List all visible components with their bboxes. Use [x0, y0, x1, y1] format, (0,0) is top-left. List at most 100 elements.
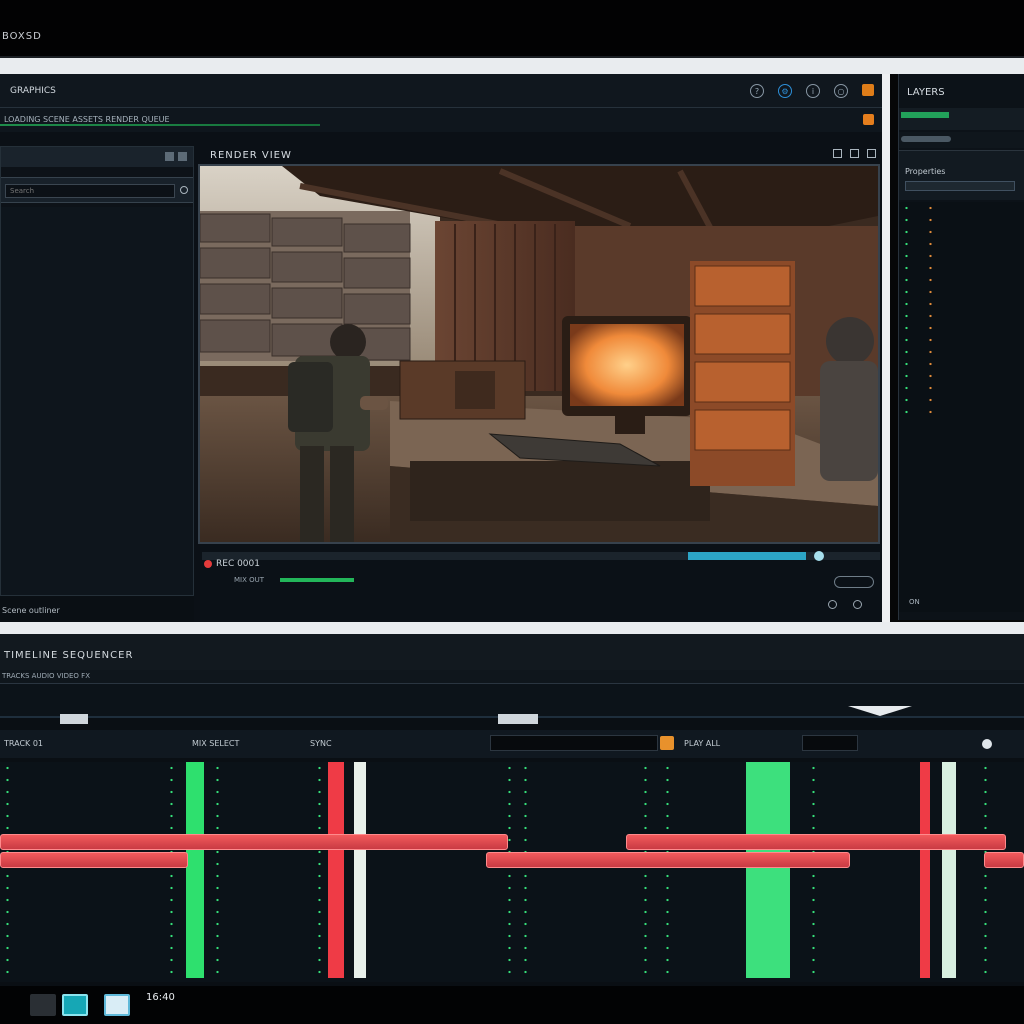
play-all-label[interactable]: PLAY ALL: [684, 739, 720, 748]
keyframe-column: [170, 762, 173, 978]
app-title: BOXSD: [2, 31, 42, 42]
taskbar-clock: 16:40: [146, 992, 175, 1003]
timeline-header: TIMELINE SEQUENCER: [0, 634, 1024, 670]
scrub-bar[interactable]: [202, 551, 880, 561]
timeline-controls: TRACK 01 MIX SELECT SYNC PLAY ALL: [0, 730, 1024, 758]
maximize-icon[interactable]: [178, 152, 187, 161]
taskbar-app-icon[interactable]: [30, 994, 56, 1016]
track-bar-red[interactable]: [328, 762, 344, 978]
panel-divider: [0, 622, 1024, 634]
timeline-subbar: TRACKS AUDIO VIDEO FX: [0, 670, 1024, 684]
help-icon[interactable]: ?: [750, 84, 764, 98]
snap-toggle[interactable]: [982, 739, 992, 749]
main-header: GRAPHICS ? ⚙ i ○: [0, 74, 882, 108]
timeline-clip[interactable]: [0, 834, 508, 850]
track-bar-red[interactable]: [920, 762, 930, 978]
zoom-field[interactable]: [802, 735, 858, 751]
keyframe-column: [508, 762, 511, 978]
minimize-icon[interactable]: [165, 152, 174, 161]
search-icon[interactable]: [180, 186, 188, 194]
record-icon[interactable]: [204, 560, 212, 568]
layer-markers: [905, 202, 908, 418]
search-input[interactable]: [5, 184, 175, 198]
settings-icon[interactable]: ⚙: [778, 84, 792, 98]
timeline-sub-label: TRACKS AUDIO VIDEO FX: [2, 672, 90, 680]
viewport-title: RENDER VIEW: [210, 150, 292, 161]
outliner-footer-label: Scene outliner: [2, 606, 60, 615]
refresh-icon[interactable]: [853, 600, 862, 609]
scene-image: [200, 166, 878, 542]
subbar-pill[interactable]: [901, 136, 951, 142]
layer-markers-secondary: [929, 202, 932, 418]
keyframe-column: [318, 762, 321, 978]
status-line: LOADING SCENE ASSETS RENDER QUEUE: [0, 108, 882, 132]
right-panel-footer: ON: [899, 596, 1024, 610]
scrub-knob[interactable]: [814, 551, 824, 561]
main-title: GRAPHICS: [10, 86, 56, 96]
level-meter: [280, 578, 354, 582]
outliner-search: [1, 177, 193, 203]
header-icon-group: ? ⚙ i ○: [750, 84, 874, 98]
scene-outliner: [0, 146, 194, 596]
timeline-clip[interactable]: [0, 852, 188, 868]
render-viewport[interactable]: [198, 164, 880, 544]
speed-toggle[interactable]: [834, 576, 874, 588]
settings-small-icon[interactable]: [828, 600, 837, 609]
playhead[interactable]: [848, 706, 912, 716]
right-panel-subbar: [899, 132, 1024, 148]
layer-list[interactable]: [899, 202, 1024, 612]
marker-icon[interactable]: [660, 736, 674, 750]
track-bar-white[interactable]: [942, 762, 956, 978]
timeline-clip[interactable]: [984, 852, 1024, 868]
title-bar: BOXSD: [0, 0, 1024, 58]
track-label: TRACK 01: [4, 739, 44, 748]
keyframe-column: [666, 762, 669, 978]
filter-chip[interactable]: [905, 181, 1015, 191]
track-bar-white[interactable]: [354, 762, 366, 978]
keyframe-column: [524, 762, 527, 978]
keyframe-column: [812, 762, 815, 978]
timeline-panel: TIMELINE SEQUENCER TRACKS AUDIO VIDEO FX…: [0, 634, 1024, 986]
ruler-marker[interactable]: [60, 714, 88, 724]
info-icon[interactable]: i: [806, 84, 820, 98]
frame-label: REC 0001: [216, 559, 260, 569]
notification-icon[interactable]: [862, 84, 874, 96]
mix-label: MIX OUT: [234, 576, 265, 584]
timeline-ruler[interactable]: [0, 684, 1024, 724]
container-stack: [200, 211, 411, 361]
grid-icon[interactable]: [833, 149, 842, 158]
outliner-footer: Scene outliner: [0, 596, 194, 622]
mix-select-label[interactable]: MIX SELECT: [192, 739, 239, 748]
taskbar-app-icon[interactable]: [104, 994, 130, 1016]
right-panel: LAYERS Properties ON: [898, 74, 1024, 620]
ruler-marker[interactable]: [498, 714, 538, 724]
taskbar-app-icon[interactable]: [62, 994, 88, 1016]
keyframe-column: [6, 762, 9, 978]
status-text: LOADING SCENE ASSETS RENDER QUEUE: [4, 115, 170, 124]
timecode-field[interactable]: [490, 735, 658, 751]
active-tab-indicator: [901, 112, 949, 118]
camera-icon[interactable]: [850, 149, 859, 158]
alert-icon[interactable]: [863, 114, 874, 125]
cabinet: [690, 261, 795, 486]
track-bar-green[interactable]: [186, 762, 204, 978]
fullscreen-icon[interactable]: [867, 149, 876, 158]
sync-label[interactable]: SYNC: [310, 739, 332, 748]
viewport-header: RENDER VIEW: [200, 146, 882, 164]
track-area[interactable]: [0, 762, 1024, 982]
keyframe-column: [216, 762, 219, 978]
scrub-fill: [688, 552, 806, 560]
app-root: BOXSD GRAPHICS ? ⚙ i ○ LOADING SCENE ASS…: [0, 0, 1024, 1024]
track-bar-green[interactable]: [746, 762, 790, 978]
timeline-clip[interactable]: [486, 852, 850, 868]
timeline-clip[interactable]: [626, 834, 1006, 850]
right-panel-tabbar[interactable]: [899, 108, 1024, 130]
keyframe-column: [984, 762, 987, 978]
right-footer-label: ON: [909, 598, 920, 606]
outliner-header: [1, 147, 193, 167]
status-progress-bar: [0, 124, 320, 126]
circle-icon[interactable]: ○: [834, 84, 848, 98]
timeline-title: TIMELINE SEQUENCER: [4, 650, 134, 661]
taskbar: 16:40: [0, 986, 1024, 1024]
outliner-list[interactable]: [1, 207, 193, 595]
